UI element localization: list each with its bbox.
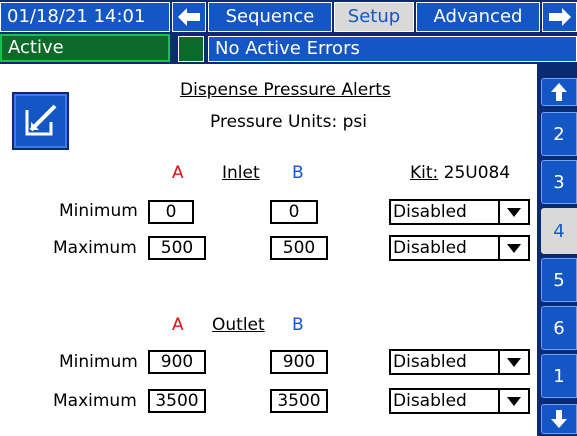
outlet-max-a-field[interactable]: 3500 bbox=[148, 389, 206, 413]
tab-setup-label: Setup bbox=[347, 6, 401, 27]
forward-button[interactable] bbox=[542, 2, 577, 32]
inlet-b-label: B bbox=[292, 163, 304, 183]
page-tab-3[interactable]: 3 bbox=[541, 160, 577, 204]
inlet-min-b-field[interactable]: 0 bbox=[270, 200, 318, 224]
arrow-down-icon bbox=[551, 410, 567, 428]
kit-value: 25U084 bbox=[438, 163, 511, 183]
outlet-max-b-field[interactable]: 3500 bbox=[270, 389, 328, 413]
inlet-min-alert-value: Disabled bbox=[393, 202, 467, 222]
page-tab-2[interactable]: 2 bbox=[541, 112, 577, 156]
page-tab-2-label: 2 bbox=[553, 123, 565, 145]
page-tab-4-label: 4 bbox=[553, 220, 565, 242]
page-tab-3-label: 3 bbox=[553, 171, 565, 193]
error-led bbox=[178, 36, 204, 62]
inlet-max-label: Maximum bbox=[53, 238, 137, 258]
outlet-max-alert-value: Disabled bbox=[393, 391, 467, 411]
outlet-heading: Outlet bbox=[212, 315, 265, 335]
tab-sequence-label: Sequence bbox=[225, 6, 315, 27]
page-tab-5-label: 5 bbox=[553, 269, 565, 291]
pressure-units: Pressure Units: psi bbox=[210, 112, 367, 132]
status-indicator: Active bbox=[0, 34, 170, 62]
inlet-max-alert-value: Disabled bbox=[393, 238, 467, 258]
edit-icon bbox=[25, 104, 56, 136]
page-tab-1[interactable]: 1 bbox=[541, 354, 577, 398]
inlet-min-a-field[interactable]: 0 bbox=[148, 200, 194, 224]
tab-advanced-label: Advanced bbox=[433, 6, 523, 27]
page-down-button[interactable] bbox=[541, 404, 577, 434]
inlet-max-alert-select[interactable]: Disabled bbox=[389, 235, 530, 261]
dropdown-triangle-icon bbox=[498, 390, 528, 412]
outlet-min-b-field[interactable]: 900 bbox=[270, 350, 328, 374]
datetime-text: 01/18/21 14:01 bbox=[7, 6, 146, 27]
page-tab-4[interactable]: 4 bbox=[541, 208, 577, 254]
outlet-min-alert-value: Disabled bbox=[393, 352, 467, 372]
inlet-max-b-field[interactable]: 500 bbox=[270, 236, 328, 260]
outlet-min-a-field[interactable]: 900 bbox=[148, 350, 206, 374]
inlet-heading: Inlet bbox=[222, 163, 260, 183]
outlet-a-label: A bbox=[172, 315, 184, 335]
kit-label-text: Kit: bbox=[410, 163, 439, 183]
tab-sequence[interactable]: Sequence bbox=[208, 2, 332, 32]
outlet-min-alert-select[interactable]: Disabled bbox=[389, 349, 530, 375]
inlet-min-label: Minimum bbox=[59, 201, 138, 221]
dropdown-triangle-icon bbox=[498, 237, 528, 259]
inlet-a-label: A bbox=[172, 163, 184, 183]
edit-button[interactable] bbox=[12, 92, 69, 150]
outlet-min-label: Minimum bbox=[59, 352, 138, 372]
datetime-display: 01/18/21 14:01 bbox=[0, 2, 170, 32]
error-status-bar: No Active Errors bbox=[208, 36, 577, 62]
tab-setup[interactable]: Setup bbox=[334, 2, 414, 32]
inlet-max-a-field[interactable]: 500 bbox=[148, 236, 206, 260]
page-tab-6-label: 6 bbox=[553, 317, 565, 339]
arrow-right-icon bbox=[548, 8, 571, 26]
outlet-max-alert-select[interactable]: Disabled bbox=[389, 388, 530, 414]
page-tab-1-label: 1 bbox=[553, 365, 565, 387]
page-title: Dispense Pressure Alerts bbox=[180, 80, 391, 100]
tab-advanced[interactable]: Advanced bbox=[416, 2, 540, 32]
back-button[interactable] bbox=[172, 2, 206, 32]
outlet-max-label: Maximum bbox=[53, 391, 137, 411]
page-up-button[interactable] bbox=[541, 78, 577, 106]
error-status-text: No Active Errors bbox=[215, 38, 360, 59]
outlet-b-label: B bbox=[292, 315, 304, 335]
arrow-up-icon bbox=[551, 83, 567, 101]
dropdown-triangle-icon bbox=[498, 201, 528, 223]
dropdown-triangle-icon bbox=[498, 351, 528, 373]
kit-label: Kit: 25U084 bbox=[410, 163, 510, 183]
page-tab-5[interactable]: 5 bbox=[541, 258, 577, 302]
page-tab-6[interactable]: 6 bbox=[541, 306, 577, 350]
arrow-left-icon bbox=[178, 8, 200, 26]
inlet-min-alert-select[interactable]: Disabled bbox=[389, 199, 530, 225]
status-text: Active bbox=[8, 37, 64, 58]
